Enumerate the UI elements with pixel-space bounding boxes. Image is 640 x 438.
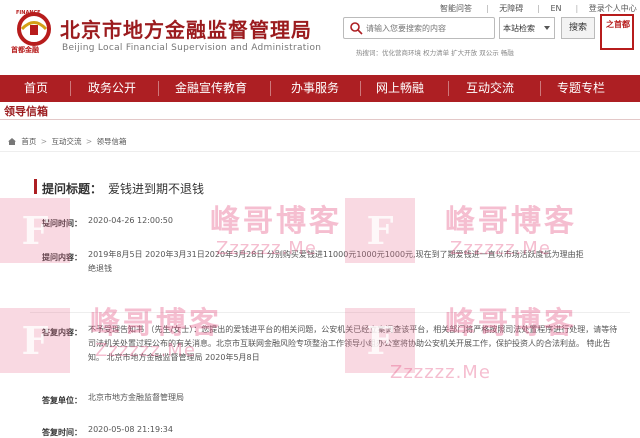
watermark-f: F bbox=[345, 198, 415, 263]
watermark-text: 峰哥博客 bbox=[210, 204, 342, 239]
nav-divider bbox=[540, 81, 541, 96]
search-button[interactable]: 搜索 bbox=[561, 17, 595, 39]
nav-divider bbox=[270, 81, 271, 96]
reply-time-label: 答复时间： bbox=[42, 428, 82, 437]
watermark-url: Zzzzzz.Me bbox=[95, 340, 196, 361]
logo-badge-text: 首都金融 bbox=[11, 46, 39, 54]
hot-search-keywords[interactable]: 热搜词：优化营商环境 权力清单 扩大开放 双公示 畅融 bbox=[356, 47, 514, 57]
page-title: 领导信箱 bbox=[4, 105, 48, 118]
nav-government-affairs[interactable]: 政务公开 bbox=[88, 75, 136, 102]
top-link-login[interactable]: 登录个人中心 bbox=[589, 4, 637, 13]
breadcrumb-home[interactable]: 首页 bbox=[21, 137, 36, 146]
site-subtitle: Beijing Local Financial Supervision and … bbox=[62, 43, 322, 53]
top-link-accessibility[interactable]: 无障碍 bbox=[499, 4, 523, 13]
question-title: 爱钱进到期不退钱 bbox=[108, 182, 205, 196]
top-link-english[interactable]: EN bbox=[551, 4, 562, 13]
watermark-url: Zzzzzz.Me bbox=[390, 362, 491, 383]
nav-divider bbox=[158, 81, 159, 96]
breadcrumb-interaction[interactable]: 互动交流 bbox=[51, 137, 81, 146]
watermark-f: F bbox=[0, 308, 70, 373]
search-box bbox=[343, 17, 495, 39]
search-scope-value: 本站检索 bbox=[503, 24, 535, 33]
top-link-qa[interactable]: 智能问答 bbox=[440, 4, 472, 13]
breadcrumb-divider bbox=[0, 151, 640, 152]
home-icon bbox=[8, 138, 16, 145]
watermark-f: F bbox=[0, 198, 70, 263]
watermark-text: 峰哥博客 bbox=[445, 306, 577, 341]
emblem-icon[interactable]: 之首都 bbox=[600, 14, 634, 50]
title-accent-bar bbox=[34, 179, 37, 194]
logo-badge-small: FINANCE bbox=[16, 10, 41, 16]
watermark-url: Zzzzzz.Me bbox=[450, 238, 551, 259]
emblem-text: 之首都 bbox=[606, 19, 630, 29]
nav-divider bbox=[448, 81, 449, 96]
nav-home[interactable]: 首页 bbox=[24, 75, 48, 102]
site-title[interactable]: 北京市地方金融监督管理局 bbox=[60, 14, 312, 43]
main-nav: 首页 政务公开 金融宣传教育 办事服务 网上畅融 互动交流 专题专栏 bbox=[0, 75, 640, 102]
nav-online-financing[interactable]: 网上畅融 bbox=[376, 75, 424, 102]
nav-interaction[interactable]: 互动交流 bbox=[466, 75, 514, 102]
search-icon bbox=[350, 22, 363, 35]
breadcrumb-separator: > bbox=[40, 137, 48, 146]
nav-financial-education[interactable]: 金融宣传教育 bbox=[175, 75, 247, 102]
reply-unit: 北京市地方金融监督管理局 bbox=[88, 393, 184, 402]
reply-unit-label: 答复单位： bbox=[42, 396, 82, 405]
search-input[interactable] bbox=[366, 21, 492, 35]
watermark-text: 峰哥博客 bbox=[90, 306, 222, 341]
reply-time: 2020-05-08 21:19:34 bbox=[88, 425, 173, 434]
search-scope-select[interactable]: 本站检索 bbox=[499, 17, 555, 39]
watermark-text: 峰哥博客 bbox=[445, 204, 577, 239]
site-header: FINANCE 首都金融 北京市地方金融监督管理局 Beijing Local … bbox=[0, 0, 640, 75]
breadcrumb-separator: > bbox=[85, 137, 93, 146]
chevron-down-icon bbox=[544, 26, 550, 30]
nav-divider bbox=[70, 81, 71, 96]
breadcrumb: 首页 > 互动交流 > 领导信箱 bbox=[8, 136, 127, 147]
section-divider bbox=[0, 119, 640, 120]
logo-icon[interactable]: FINANCE 首都金融 bbox=[8, 10, 60, 54]
top-links: 智能问答 | 无障碍 | EN | 登录个人中心 bbox=[440, 4, 637, 13]
question-title-label: 提问标题： bbox=[42, 182, 103, 196]
nav-divider bbox=[360, 81, 361, 96]
nav-special-topics[interactable]: 专题专栏 bbox=[557, 75, 605, 102]
question-time: 2020-04-26 12:00:50 bbox=[88, 216, 173, 225]
breadcrumb-leader-mailbox[interactable]: 领导信箱 bbox=[97, 137, 127, 146]
nav-services[interactable]: 办事服务 bbox=[291, 75, 339, 102]
watermark-url: Zzzzzz.Me bbox=[216, 238, 317, 259]
